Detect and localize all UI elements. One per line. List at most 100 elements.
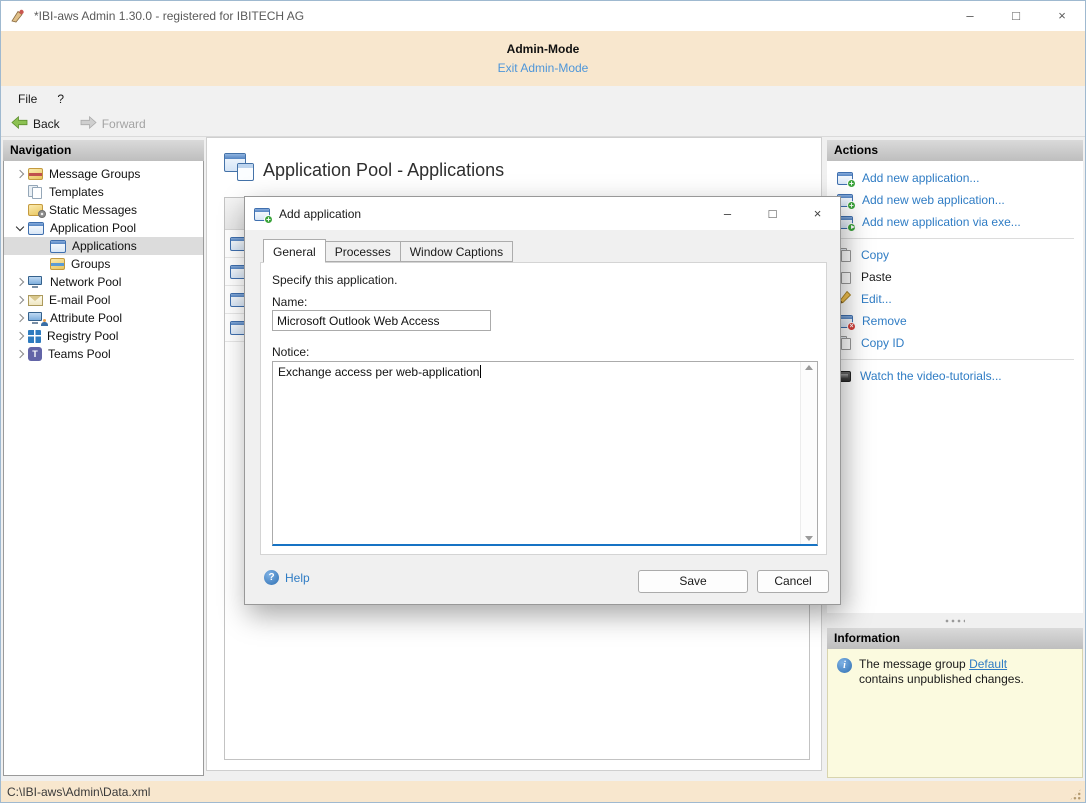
admin-mode-banner: Admin-Mode Exit Admin-Mode	[1, 31, 1085, 86]
action-copy[interactable]: Copy	[827, 244, 1083, 266]
sidebar-item-registry-pool[interactable]: Registry Pool	[4, 327, 203, 345]
sidebar-item-label: E-mail Pool	[49, 293, 110, 307]
admin-mode-title: Admin-Mode	[1, 31, 1085, 56]
app-window: *IBI-aws Admin 1.30.0 - registered for I…	[0, 0, 1086, 803]
navigation-panel: Navigation Message Groups Templates Stat…	[3, 140, 204, 776]
action-paste[interactable]: Paste	[827, 266, 1083, 288]
dialog-title: Add application	[279, 207, 361, 221]
notice-scrollbar[interactable]	[800, 362, 817, 544]
info-icon: i	[837, 658, 852, 673]
action-label: Add new application via exe...	[862, 215, 1021, 229]
app-icon	[10, 8, 26, 24]
tab-general[interactable]: General	[263, 239, 326, 263]
action-add-new-application-via-exe[interactable]: Add new application via exe...	[827, 211, 1083, 233]
sidebar-item-templates[interactable]: Templates	[4, 183, 203, 201]
tab-window-captions[interactable]: Window Captions	[401, 241, 513, 262]
static-messages-icon	[28, 204, 43, 216]
applications-icon	[50, 240, 66, 253]
email-pool-icon	[28, 295, 43, 306]
sidebar-item-message-groups[interactable]: Message Groups	[4, 165, 203, 183]
sidebar-item-network-pool[interactable]: Network Pool	[4, 273, 203, 291]
page-title: Application Pool - Applications	[263, 160, 504, 181]
add-application-dialog: + Add application – □ × General Processe…	[244, 196, 841, 605]
help-icon: ?	[264, 570, 279, 585]
action-label: Copy ID	[861, 336, 904, 350]
info-text: The message group	[859, 657, 969, 671]
save-button[interactable]: Save	[638, 570, 748, 593]
close-button[interactable]: ×	[1039, 1, 1085, 31]
name-input[interactable]	[272, 310, 491, 331]
action-label: Copy	[861, 248, 889, 262]
action-add-new-application[interactable]: + Add new application...	[827, 167, 1083, 189]
actions-panel: Actions + Add new application... + Add n…	[827, 140, 1083, 613]
dialog-minimize-button[interactable]: –	[705, 197, 750, 230]
dialog-tab-page-general: Specify this application. Name: Notice: …	[260, 262, 827, 555]
chevron-right-icon[interactable]	[16, 278, 24, 286]
actions-separator	[836, 238, 1074, 239]
action-watch-video-tutorials[interactable]: Watch the video-tutorials...	[827, 365, 1083, 387]
scroll-up-icon[interactable]	[805, 365, 813, 370]
chevron-right-icon[interactable]	[16, 296, 24, 304]
sidebar-item-application-pool[interactable]: Application Pool	[4, 219, 203, 237]
status-bar: C:\IBI-aws\Admin\Data.xml	[1, 781, 1085, 803]
action-label: Add new application...	[862, 171, 979, 185]
back-button[interactable]: Back	[5, 114, 66, 134]
menu-help[interactable]: ?	[47, 88, 74, 110]
nav-toolbar: Back Forward	[1, 111, 1085, 137]
action-add-new-web-application[interactable]: + Add new web application...	[827, 189, 1083, 211]
action-label: Paste	[861, 270, 892, 284]
help-link[interactable]: ? Help	[264, 570, 310, 585]
sidebar-item-static-messages[interactable]: Static Messages	[4, 201, 203, 219]
forward-button[interactable]: Forward	[74, 114, 152, 134]
menu-file[interactable]: File	[8, 88, 47, 110]
window-add-icon: +	[837, 172, 853, 185]
back-label: Back	[33, 117, 60, 131]
chevron-right-icon[interactable]	[16, 332, 24, 340]
dialog-add-application-icon: +	[254, 208, 270, 221]
maximize-button[interactable]: □	[993, 1, 1039, 31]
chevron-right-icon[interactable]	[16, 170, 24, 178]
cancel-button[interactable]: Cancel	[757, 570, 829, 593]
splitter-grip-icon	[945, 619, 965, 623]
chevron-down-icon[interactable]	[16, 222, 24, 230]
information-header: Information	[827, 628, 1083, 649]
action-copy-id[interactable]: Copy ID	[827, 332, 1083, 354]
navigation-tree: Message Groups Templates Static Messages…	[3, 161, 204, 776]
sidebar-item-email-pool[interactable]: E-mail Pool	[4, 291, 203, 309]
dialog-maximize-button[interactable]: □	[750, 197, 795, 230]
panel-splitter[interactable]	[827, 613, 1083, 628]
sidebar-item-teams-pool[interactable]: T Teams Pool	[4, 345, 203, 363]
teams-pool-icon: T	[28, 347, 42, 361]
templates-icon	[28, 185, 43, 200]
minimize-button[interactable]: –	[947, 1, 993, 31]
notice-label: Notice:	[272, 345, 309, 359]
dialog-footer: ? Help Save Cancel	[245, 553, 840, 604]
chevron-right-icon[interactable]	[16, 350, 24, 358]
text-caret	[480, 365, 481, 378]
sidebar-item-groups[interactable]: Groups	[4, 255, 203, 273]
action-remove[interactable]: × Remove	[827, 310, 1083, 332]
sidebar-item-label: Message Groups	[49, 167, 140, 181]
action-edit[interactable]: Edit...	[827, 288, 1083, 310]
dialog-close-button[interactable]: ×	[795, 197, 840, 230]
application-pool-page-icon	[224, 153, 258, 185]
sidebar-item-label: Registry Pool	[47, 329, 118, 343]
registry-pool-icon	[28, 330, 41, 343]
dialog-tab-strip: General Processes Window Captions	[263, 239, 513, 262]
resize-grip[interactable]	[1069, 788, 1082, 801]
window-title: *IBI-aws Admin 1.30.0 - registered for I…	[34, 9, 304, 23]
actions-separator	[836, 359, 1074, 360]
sidebar-item-label: Network Pool	[50, 275, 121, 289]
data-file-path: C:\IBI-aws\Admin\Data.xml	[7, 785, 150, 799]
information-panel: Information i The message group Default …	[827, 628, 1083, 778]
chevron-right-icon[interactable]	[16, 314, 24, 322]
exit-admin-mode-link[interactable]: Exit Admin-Mode	[498, 61, 589, 75]
notice-textarea[interactable]: Exchange access per web-application	[272, 361, 818, 546]
sidebar-item-applications[interactable]: Applications	[4, 237, 203, 255]
dialog-title-bar: + Add application – □ ×	[245, 197, 840, 230]
sidebar-item-attribute-pool[interactable]: Attribute Pool	[4, 309, 203, 327]
scroll-down-icon[interactable]	[805, 536, 813, 541]
default-message-group-link[interactable]: Default	[969, 657, 1007, 671]
action-label: Remove	[862, 314, 907, 328]
tab-processes[interactable]: Processes	[326, 241, 401, 262]
